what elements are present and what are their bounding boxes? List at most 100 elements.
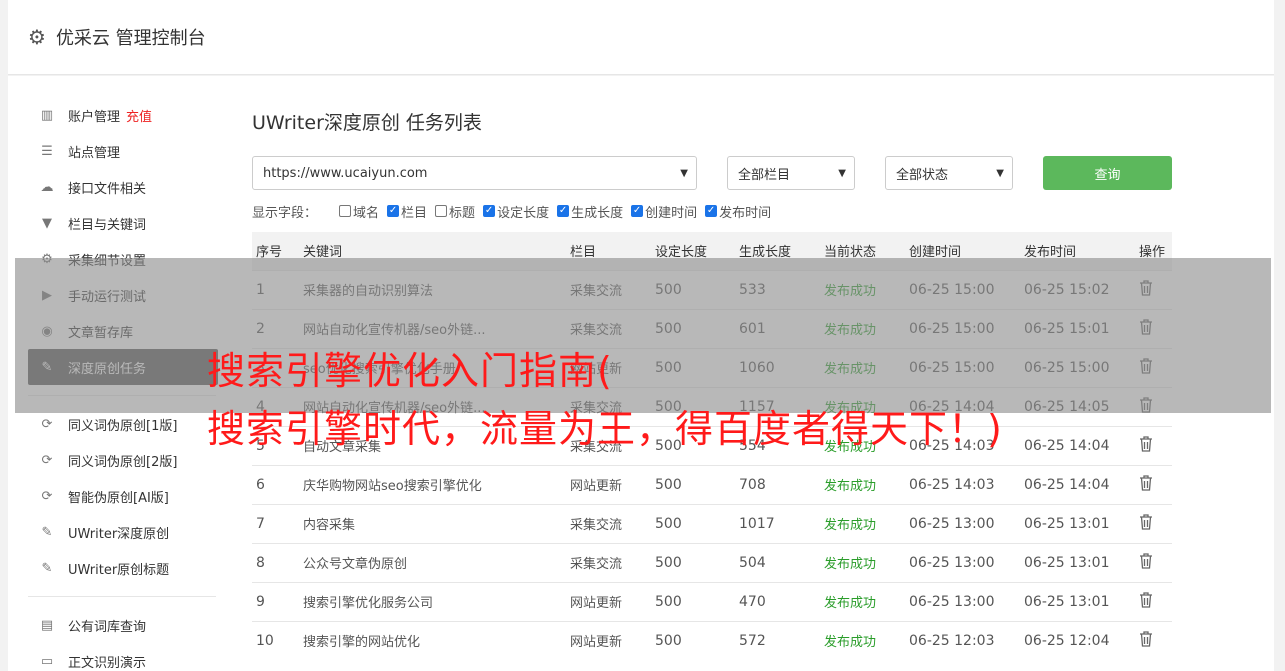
sidebar-item-label: 公有词库查询: [68, 619, 147, 635]
table-cell: 06-25 14:04: [1020, 464, 1135, 504]
field-checkbox-label: 域名: [353, 205, 380, 221]
table-cell: 06-25 13:01: [1020, 542, 1135, 582]
table-cell: 网站更新: [566, 581, 651, 621]
site-select[interactable]: https://www.ucaiyun.com ▼: [252, 156, 697, 190]
cloud-upload-icon: ☁: [40, 179, 54, 195]
page-title: UWriter深度原创 任务列表: [252, 112, 482, 134]
field-checkbox-label: 栏目: [401, 205, 428, 221]
refresh-icon: ⟳: [41, 488, 53, 504]
table-cell: 庆华购物网站seo搜索引擎优化: [299, 464, 566, 504]
table-cell: 500: [651, 620, 735, 660]
sidebar-item-label: 同义词伪原创[2版]: [68, 454, 178, 470]
checkbox-checked-icon[interactable]: ✓: [631, 205, 644, 217]
checkbox-empty-icon[interactable]: [339, 205, 352, 217]
action-cell: [1135, 464, 1172, 504]
table-cell: 06-25 14:04: [1020, 425, 1135, 465]
sidebar-item-2[interactable]: ☰ 站点管理: [28, 133, 218, 169]
table-cell: 8: [252, 542, 299, 582]
checkbox-checked-icon[interactable]: ✓: [387, 205, 400, 217]
field-checkbox[interactable]: ✓ 生成长度: [557, 202, 623, 221]
table-cell: 06-25 12:04: [1020, 620, 1135, 660]
trash-icon[interactable]: [1139, 591, 1153, 612]
field-checkbox[interactable]: 标题: [435, 202, 475, 221]
action-cell: [1135, 542, 1172, 582]
table-cell: 内容采集: [299, 503, 566, 543]
trash-icon[interactable]: [1139, 474, 1153, 495]
gear-icon: ⚙: [28, 25, 46, 49]
filter-icon: ▼: [42, 215, 52, 231]
table-cell: 6: [252, 464, 299, 504]
table-cell: 500: [651, 542, 735, 582]
field-checkbox[interactable]: 域名: [339, 202, 379, 221]
table-cell: 504: [735, 542, 820, 582]
column-select[interactable]: 全部栏目 ▼: [727, 156, 855, 190]
refresh-icon: ⟳: [41, 416, 53, 432]
table-row: 9 搜索引擎优化服务公司 网站更新 500 470 发布成功 06-25 13:00 06-2…: [252, 581, 1172, 621]
field-checkbox-label: 生成长度: [571, 205, 624, 221]
sidebar-item-label: UWriter深度原创: [68, 526, 170, 542]
trash-icon[interactable]: [1139, 552, 1153, 573]
sidebar-item-1[interactable]: ▥ 账户管理 充值: [28, 97, 218, 133]
sidebar-item-13[interactable]: ✎ UWriter原创标题: [28, 550, 218, 586]
field-checkbox[interactable]: ✓ 创建时间: [631, 202, 697, 221]
sidebar-item-11[interactable]: ⟳ 智能伪原创[AI版]: [28, 478, 218, 514]
recharge-link[interactable]: 充值: [126, 106, 152, 125]
table-cell: 发布成功: [820, 581, 905, 621]
field-checkbox[interactable]: ✓ 栏目: [387, 202, 427, 221]
display-fields: 显示字段： 域名 ✓ 栏目 标题 ✓ 设定长度 ✓ 生成长度 ✓ 创建时间 ✓ 发布时间: [252, 201, 779, 221]
table-cell: 06-25 13:01: [1020, 581, 1135, 621]
trash-icon[interactable]: [1139, 631, 1153, 651]
refresh-icon: ⟳: [41, 452, 53, 468]
table-cell: 采集交流: [566, 542, 651, 582]
table-cell: 发布成功: [820, 542, 905, 582]
sidebar-item-4[interactable]: ▼ 栏目与关键词: [28, 205, 218, 241]
sidebar-item-label: 栏目与关键词: [68, 217, 147, 233]
table-cell: 06-25 13:00: [905, 503, 1020, 543]
chevron-down-icon: ▼: [996, 167, 1004, 179]
checkbox-checked-icon[interactable]: ✓: [483, 205, 496, 217]
status-select-value: 全部状态: [896, 167, 949, 183]
table-cell: 572: [735, 620, 820, 660]
field-checkbox-label: 设定长度: [497, 205, 550, 221]
table-cell: 10: [252, 620, 299, 660]
table-cell: 06-25 12:03: [905, 620, 1020, 660]
field-checkbox[interactable]: ✓ 发布时间: [705, 202, 771, 221]
book-icon: ▤: [40, 617, 54, 633]
overlay-text-line1: 搜索引擎优化入门指南(: [207, 349, 613, 393]
status-select[interactable]: 全部状态 ▼: [885, 156, 1013, 190]
sidebar-item-label: 智能伪原创[AI版]: [68, 490, 169, 506]
trash-icon[interactable]: [1139, 513, 1153, 534]
table-cell: 公众号文章伪原创: [299, 542, 566, 582]
table-row: 6 庆华购物网站seo搜索引擎优化 网站更新 500 708 发布成功 06-25 14:0…: [252, 464, 1172, 504]
field-checkbox[interactable]: ✓ 设定长度: [483, 202, 549, 221]
server-icon: ☰: [41, 143, 53, 159]
chevron-down-icon: ▼: [680, 167, 688, 179]
monitor-icon: ▭: [40, 653, 54, 669]
chevron-down-icon: ▼: [838, 167, 846, 179]
sidebar-item-14[interactable]: ▤ 公有词库查询: [28, 607, 218, 643]
sidebar-item-15[interactable]: ▭ 正文识别演示: [28, 643, 218, 671]
action-cell: [1135, 503, 1172, 543]
checkbox-checked-icon[interactable]: ✓: [557, 205, 570, 217]
table-cell: 9: [252, 581, 299, 621]
sidebar-item-3[interactable]: ☁ 接口文件相关: [28, 169, 218, 205]
field-checkbox-label: 标题: [449, 205, 476, 221]
table-cell: 搜索引擎优化服务公司: [299, 581, 566, 621]
table-cell: 7: [252, 503, 299, 543]
query-button[interactable]: 查询: [1043, 156, 1172, 190]
overlay-text-line2: 搜索引擎时代，流量为王，得百度者得天下！): [207, 407, 1003, 451]
table-row: 7 内容采集 采集交流 500 1017 发布成功 06-25 13:00 06-25 13:…: [252, 503, 1172, 543]
sidebar-item-label: 同义词伪原创[1版]: [68, 418, 178, 434]
sidebar-item-10[interactable]: ⟳ 同义词伪原创[2版]: [28, 442, 218, 478]
trash-icon[interactable]: [1139, 435, 1153, 456]
table-cell: 500: [651, 464, 735, 504]
field-checkbox-label: 创建时间: [645, 205, 698, 221]
checkbox-checked-icon[interactable]: ✓: [705, 205, 718, 217]
sidebar-item-label: UWriter原创标题: [68, 562, 170, 578]
sidebar-item-12[interactable]: ✎ UWriter深度原创: [28, 514, 218, 550]
table-cell: 发布成功: [820, 503, 905, 543]
sidebar-item-label: 账户管理: [68, 109, 121, 125]
table-cell: 06-25 14:03: [905, 464, 1020, 504]
checkbox-empty-icon[interactable]: [435, 205, 448, 217]
table-cell: 采集交流: [566, 503, 651, 543]
